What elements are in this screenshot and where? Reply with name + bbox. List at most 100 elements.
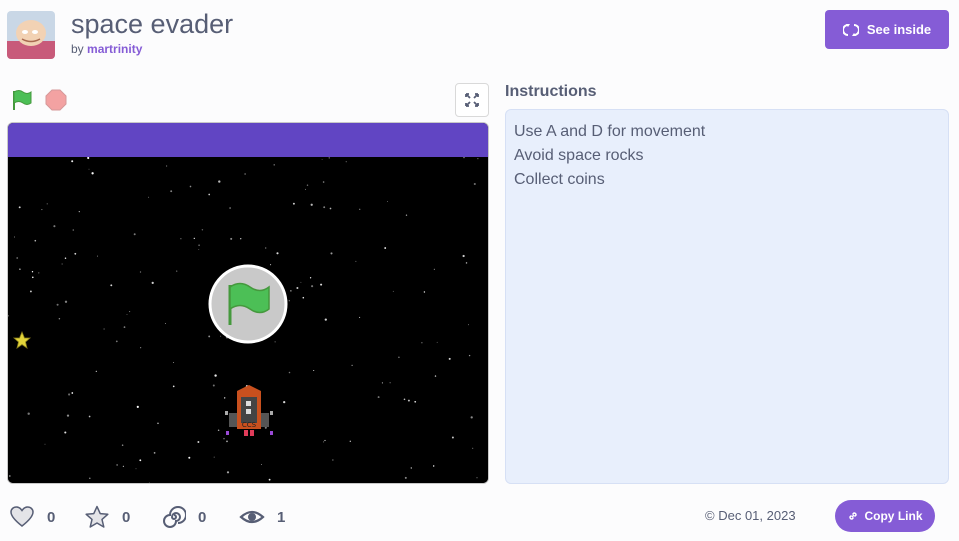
- remix-spiral-icon: [163, 506, 186, 528]
- background-star: [349, 440, 351, 442]
- author-avatar[interactable]: [7, 11, 55, 59]
- background-star: [71, 160, 74, 163]
- by-label: by: [71, 42, 84, 56]
- share-date: © Dec 01, 2023: [705, 508, 796, 523]
- fullscreen-button[interactable]: [455, 83, 489, 117]
- background-star: [193, 237, 195, 240]
- remix-count: 0: [198, 508, 207, 526]
- copy-link-button[interactable]: Copy Link: [835, 500, 935, 532]
- author-link[interactable]: martrinity: [87, 42, 142, 56]
- background-star: [320, 283, 323, 286]
- background-star: [135, 468, 137, 470]
- star-icon: [85, 505, 109, 528]
- instruction-line: Collect coins: [514, 171, 605, 188]
- stage-top-bar: [8, 123, 488, 157]
- stop-button[interactable]: [44, 88, 68, 112]
- background-star: [173, 362, 175, 363]
- view-stat: 1: [239, 503, 285, 531]
- background-star: [261, 464, 262, 465]
- background-star: [268, 478, 271, 481]
- stop-icon: [45, 89, 67, 111]
- link-icon: [849, 512, 858, 520]
- favorite-stat[interactable]: 0: [84, 503, 130, 531]
- see-inside-label: See inside: [866, 22, 932, 37]
- background-star: [332, 459, 334, 461]
- background-star: [226, 471, 230, 474]
- background-star: [386, 200, 389, 203]
- background-star: [398, 356, 400, 359]
- background-star: [296, 286, 299, 290]
- background-star: [423, 291, 426, 293]
- background-star: [323, 206, 326, 209]
- background-star: [66, 414, 70, 417]
- background-star: [329, 207, 332, 210]
- copyright-icon: ©: [705, 508, 715, 523]
- background-star: [276, 252, 279, 255]
- project-title: space evader: [71, 9, 234, 39]
- see-inside-button[interactable]: See inside: [825, 10, 949, 49]
- background-star: [126, 313, 128, 315]
- background-star: [64, 257, 67, 260]
- background-star: [16, 257, 19, 259]
- instruction-line: Use A and D for movement: [514, 123, 706, 140]
- background-star: [166, 165, 168, 167]
- background-star: [274, 341, 276, 343]
- background-star: [29, 290, 32, 293]
- background-star: [32, 276, 34, 279]
- background-star: [434, 375, 437, 377]
- remix-stat: 0: [162, 503, 206, 531]
- start-overlay[interactable]: [208, 264, 288, 344]
- background-star: [170, 190, 173, 193]
- background-star: [64, 431, 67, 434]
- background-star: [310, 203, 313, 206]
- background-star: [88, 168, 90, 170]
- background-star: [389, 382, 391, 384]
- date-text: Dec 01, 2023: [718, 508, 796, 523]
- project-stage[interactable]: CCS: [7, 122, 489, 484]
- background-star: [244, 173, 246, 175]
- background-star: [110, 284, 113, 287]
- background-star: [116, 464, 118, 466]
- eye-icon: [239, 510, 265, 524]
- background-star: [410, 467, 413, 469]
- background-star: [72, 229, 75, 231]
- background-star: [226, 440, 228, 443]
- background-star: [172, 385, 175, 388]
- background-star: [34, 239, 37, 242]
- background-star: [212, 384, 215, 387]
- background-star: [330, 252, 333, 255]
- background-star: [300, 281, 302, 283]
- background-star: [239, 237, 242, 240]
- background-star: [302, 296, 305, 299]
- background-star: [139, 271, 142, 273]
- background-star: [283, 400, 286, 404]
- background-star: [432, 465, 435, 467]
- background-star: [123, 326, 126, 328]
- background-star: [198, 249, 200, 250]
- background-star: [87, 157, 90, 160]
- background-star: [381, 382, 383, 384]
- background-star: [304, 188, 306, 190]
- green-flag-button[interactable]: [10, 88, 34, 112]
- background-star: [270, 264, 272, 266]
- background-star: [68, 393, 71, 396]
- background-star: [19, 268, 21, 271]
- background-star: [176, 270, 178, 272]
- background-star: [122, 465, 124, 467]
- background-star: [306, 184, 309, 186]
- background-star: [78, 210, 80, 213]
- view-count: 1: [277, 508, 286, 526]
- background-star: [71, 392, 74, 394]
- background-star: [472, 447, 474, 449]
- background-star: [220, 335, 222, 337]
- background-star: [322, 181, 325, 183]
- background-star: [197, 441, 200, 443]
- background-star: [8, 475, 11, 477]
- background-star: [468, 354, 471, 357]
- background-star: [46, 203, 48, 205]
- background-star: [355, 260, 357, 262]
- background-star: [321, 159, 323, 160]
- love-stat[interactable]: 0: [9, 503, 55, 531]
- background-star: [463, 157, 465, 159]
- space-background: CCS: [8, 157, 488, 483]
